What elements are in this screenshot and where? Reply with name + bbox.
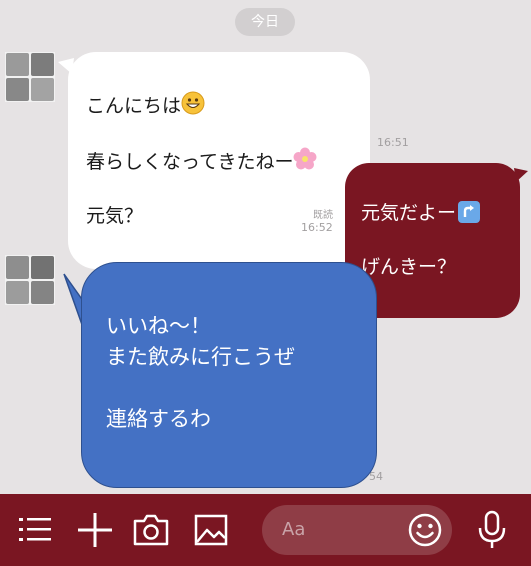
microphone-icon[interactable]: [477, 510, 507, 550]
message-timestamp: 54: [369, 470, 383, 483]
camera-icon[interactable]: [133, 514, 169, 546]
grinning-face-emoji-icon: [181, 91, 205, 115]
cherry-blossom-emoji-icon: [293, 147, 317, 170]
date-divider: 今日: [235, 8, 295, 36]
image-icon[interactable]: [194, 514, 228, 546]
message-line: こんにちは: [86, 95, 182, 117]
incoming-message-bubble[interactable]: こんにちは 春らしくなってきたねー 元気？: [68, 52, 370, 269]
message-line: 春らしくなってきたねー: [86, 151, 294, 173]
menu-icon[interactable]: [19, 515, 53, 545]
message-input-placeholder: Aa: [282, 519, 306, 540]
message-line: 元気だよー: [361, 202, 457, 224]
message-input[interactable]: Aa: [262, 505, 452, 555]
arrow-up-box-icon: [458, 201, 481, 223]
friend-avatar[interactable]: [5, 255, 55, 305]
message-line: げんきー？: [361, 256, 457, 278]
read-receipt: 既読: [313, 210, 333, 221]
message-input-toolbar: Aa: [0, 494, 531, 566]
incoming-message-bubble-highlighted[interactable]: いいね〜！ また飲みに行こうぜ 連絡するわ: [81, 262, 377, 488]
message-timestamp: 16:51: [377, 136, 409, 149]
message-timestamp: 16:52: [301, 221, 333, 234]
emoji-icon[interactable]: [408, 513, 442, 547]
bubble-tail: [514, 168, 528, 182]
plus-icon[interactable]: [78, 513, 112, 547]
friend-avatar[interactable]: [5, 52, 55, 102]
